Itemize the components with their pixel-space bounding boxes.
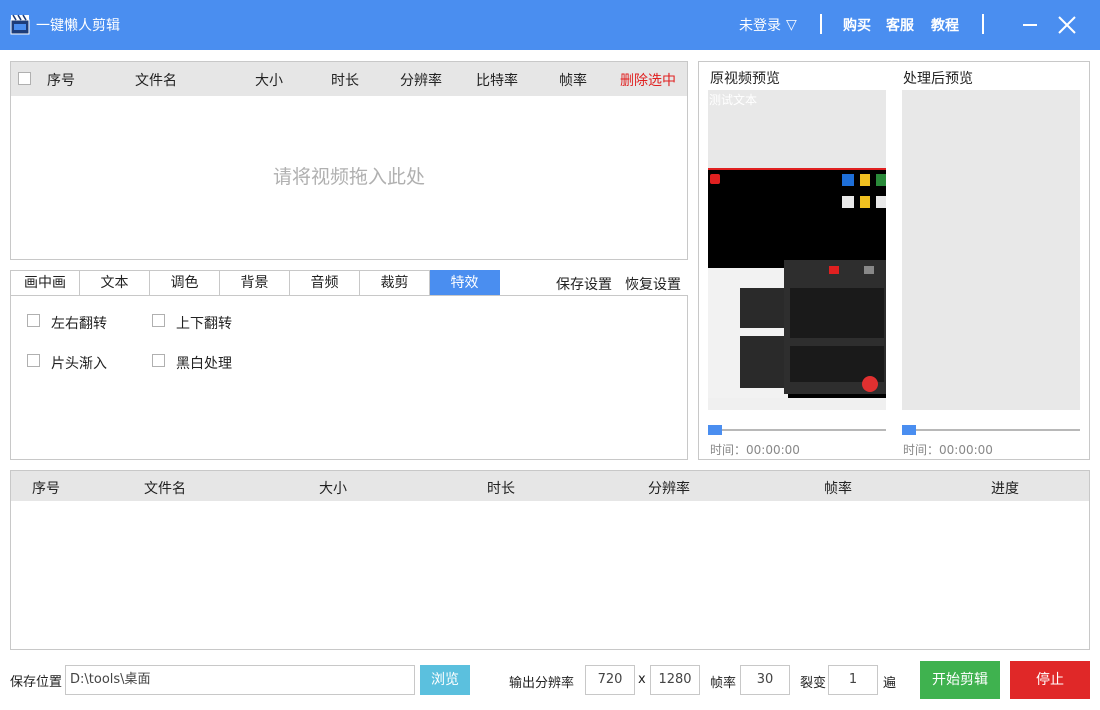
video-frame [708,168,886,410]
tab-color[interactable]: 调色 [150,270,220,296]
save-location-label: 保存位置 [10,675,63,690]
overlay-text: 测试文本 [709,93,758,107]
resolution-separator: x [638,672,646,687]
out-col-fps: 帧率 [824,481,852,497]
out-col-size: 大小 [319,481,347,497]
fps-label: 帧率 [710,676,737,691]
app-title: 一键懒人剪辑 [36,18,120,34]
split-count-input[interactable]: 1 [828,665,878,695]
processed-preview-title: 处理后预览 [903,71,973,87]
original-seek-thumb[interactable] [708,425,722,435]
col-bitrate: 比特率 [476,73,518,89]
login-status[interactable]: 未登录 [739,15,781,35]
login-dropdown-icon[interactable]: ▽ [786,17,797,33]
fade-in-label[interactable]: 片头渐入 [51,353,107,373]
flip-vertical-label[interactable]: 上下翻转 [176,313,232,333]
col-filename: 文件名 [135,73,177,89]
output-height-input[interactable]: 1280 [650,665,700,695]
browse-button[interactable]: 浏览 [420,665,470,695]
black-white-checkbox[interactable] [152,354,165,367]
buy-link[interactable]: 购买 [843,15,871,35]
processed-time: 时间：00:00:00 [903,443,993,457]
out-col-index: 序号 [32,481,60,497]
clapperboard-icon [10,14,30,35]
effects-panel: 左右翻转 上下翻转 片头渐入 黑白处理 [10,295,688,460]
output-list-panel[interactable]: 序号 文件名 大小 时长 分辨率 帧率 进度 [10,470,1090,650]
tutorial-link[interactable]: 教程 [931,15,959,35]
col-size: 大小 [255,73,283,89]
flip-horizontal-checkbox[interactable] [27,314,40,327]
out-col-duration: 时长 [487,481,515,497]
original-preview-title: 原视频预览 [710,71,780,87]
record-icon-thumb [862,376,878,392]
out-col-progress: 进度 [991,481,1019,497]
title-bar: 一键懒人剪辑 未登录 ▽ 购买 客服 教程 [0,0,1100,50]
minimize-icon[interactable] [1023,24,1037,26]
fps-input[interactable]: 30 [740,665,790,695]
processed-seek-track[interactable] [902,429,1080,431]
tab-effects[interactable]: 特效 [430,270,500,296]
drop-hint: 请将视频拖入此处 [272,166,425,188]
start-edit-button[interactable]: 开始剪辑 [920,661,1000,699]
support-link[interactable]: 客服 [886,15,914,35]
original-video-preview[interactable]: 测试文本 [708,90,886,410]
select-all-checkbox[interactable] [18,72,31,85]
original-time: 时间：00:00:00 [710,443,800,457]
settings-tabs: 画中画 文本 调色 背景 音频 裁剪 特效 [10,270,501,296]
preview-panel: 原视频预览 处理后预览 测试文本 时间：00:00:00 时间：00:00:00 [698,61,1090,460]
split-label: 裂变 [800,676,827,691]
output-width-input[interactable]: 720 [585,665,635,695]
restore-settings-button[interactable]: 恢复设置 [625,274,681,294]
output-resolution-label: 输出分辨率 [509,676,575,691]
times-label: 遍 [883,676,897,691]
fade-in-checkbox[interactable] [27,354,40,367]
processed-seek-thumb[interactable] [902,425,916,435]
flip-horizontal-label[interactable]: 左右翻转 [51,313,107,333]
stop-button[interactable]: 停止 [1010,661,1090,699]
col-fps: 帧率 [559,73,587,89]
title-divider [820,14,822,34]
file-list-header: 序号 文件名 大小 时长 分辨率 比特率 帧率 删除选中 [11,62,687,96]
app-icon-thumb [710,174,720,184]
processed-video-preview[interactable] [902,90,1080,410]
col-resolution: 分辨率 [400,73,442,89]
black-white-label[interactable]: 黑白处理 [176,353,232,373]
col-duration: 时长 [331,73,359,89]
tab-background[interactable]: 背景 [220,270,290,296]
flip-vertical-checkbox[interactable] [152,314,165,327]
tab-pip[interactable]: 画中画 [10,270,80,296]
out-col-resolution: 分辨率 [648,481,690,497]
col-index: 序号 [47,73,75,89]
tab-audio[interactable]: 音频 [290,270,360,296]
tab-crop[interactable]: 裁剪 [360,270,430,296]
out-col-filename: 文件名 [144,481,186,497]
delete-selected-button[interactable]: 删除选中 [620,70,676,90]
title-divider [982,14,984,34]
file-list-panel[interactable]: 序号 文件名 大小 时长 分辨率 比特率 帧率 删除选中 请将视频拖入此处 [10,61,688,260]
close-icon[interactable] [1058,16,1076,34]
original-seek-track[interactable] [708,429,886,431]
save-settings-button[interactable]: 保存设置 [556,274,612,294]
output-list-header: 序号 文件名 大小 时长 分辨率 帧率 进度 [11,471,1089,501]
tab-text[interactable]: 文本 [80,270,150,296]
save-path-input[interactable]: D:\tools\桌面 [65,665,415,695]
